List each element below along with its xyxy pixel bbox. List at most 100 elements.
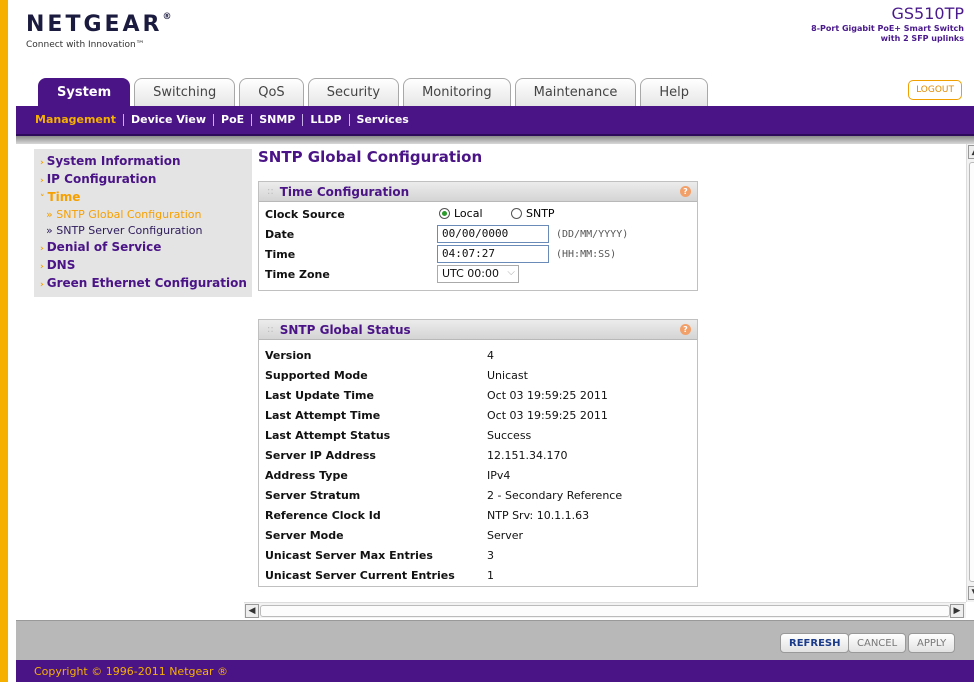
status-value: IPv4 (487, 469, 511, 482)
chevron-down-icon: ⌵ (507, 267, 515, 278)
app-frame: NETGEAR® Connect with Innovation™ GS510T… (0, 0, 974, 682)
sidebar-item-green-ethernet-configuration[interactable]: › Green Ethernet Configuration (40, 275, 252, 293)
status-row: Unicast Server Max Entries 3 (259, 545, 697, 565)
arrow-right-icon: › (40, 176, 44, 186)
date-input[interactable]: 00/00/0000 (437, 225, 549, 243)
scroll-up-icon[interactable]: ▲ (968, 145, 974, 159)
sidebar-item-time[interactable]: ˅ Time (40, 189, 252, 207)
vertical-scroll-thumb[interactable] (969, 162, 974, 582)
logout-button[interactable]: LOGOUT (908, 80, 962, 100)
tab-monitoring[interactable]: Monitoring (403, 78, 511, 106)
status-label: Server Mode (265, 529, 344, 542)
help-icon[interactable]: ? (680, 186, 691, 197)
status-label: Version (265, 349, 312, 362)
apply-button[interactable]: APPLY (908, 633, 956, 653)
sidebar-item-label: DNS (46, 258, 76, 272)
timezone-row: Time Zone UTC 00:00 ⌵ (259, 264, 697, 284)
timezone-value: UTC 00:00 (442, 267, 500, 280)
page-title: SNTP Global Configuration (258, 148, 483, 166)
status-value: Server (487, 529, 524, 542)
date-format-hint: (DD/MM/YYYY) (556, 229, 629, 240)
help-icon[interactable]: ? (680, 324, 691, 335)
subnav-management[interactable]: Management (28, 114, 124, 126)
status-row: Last Attempt Time Oct 03 19:59:25 2011 (259, 405, 697, 425)
subnav-lldp[interactable]: LLDP (303, 114, 350, 126)
time-input[interactable]: 04:07:27 (437, 245, 549, 263)
tab-system[interactable]: System (38, 78, 131, 106)
status-row: Unicast Server Current Entries 1 (259, 565, 697, 585)
sub-navigation: Management Device View PoE SNMP LLDP Ser… (16, 106, 974, 136)
status-value: Oct 03 19:59:25 2011 (487, 409, 608, 422)
sidebar-item-denial-of-service[interactable]: › Denial of Service (40, 239, 252, 257)
scroll-down-icon[interactable]: ▼ (968, 586, 974, 600)
sidebar-item-label: Green Ethernet Configuration (46, 276, 247, 290)
copyright: Copyright © 1996-2011 Netgear ® (34, 665, 229, 678)
clock-source-label: Clock Source (265, 208, 345, 221)
timezone-label: Time Zone (265, 268, 330, 281)
panel-title: SNTP Global Status (279, 322, 411, 337)
tab-switching[interactable]: Switching (134, 78, 236, 106)
sidebar-item-label: Time (47, 190, 81, 204)
sidebar-item-sntp-server-configuration[interactable]: » SNTP Server Configuration (40, 223, 252, 239)
status-value: 1 (487, 569, 494, 582)
subnav-device-view[interactable]: Device View (124, 114, 215, 126)
tagline: Connect with Innovation™ (26, 40, 145, 50)
tab-help[interactable]: Help (640, 78, 708, 106)
horizontal-scroll-thumb[interactable] (260, 605, 950, 617)
panel-header: :: Time Configuration ? (259, 182, 697, 202)
sidebar-item-label: System Information (46, 154, 181, 168)
status-label: Last Attempt Time (265, 409, 381, 422)
status-label: Last Update Time (265, 389, 374, 402)
subnav-shadow (16, 136, 974, 144)
status-label: Supported Mode (265, 369, 368, 382)
radio-icon[interactable] (511, 208, 522, 219)
tab-security[interactable]: Security (307, 78, 400, 106)
sidebar-item-system-information[interactable]: › System Information (40, 153, 252, 171)
panel-title: Time Configuration (279, 184, 410, 199)
clock-source-row: Clock Source Local SNTP (259, 204, 697, 224)
status-value: 4 (487, 349, 494, 362)
status-value: 12.151.34.170 (487, 449, 568, 462)
model-desc-line2: with 2 SFP uplinks (880, 34, 964, 43)
cancel-button[interactable]: CANCEL (848, 633, 907, 653)
action-bar: REFRESH CANCEL APPLY (16, 620, 974, 660)
status-label: Reference Clock Id (265, 509, 381, 522)
subnav-services[interactable]: Services (350, 114, 416, 126)
refresh-button[interactable]: REFRESH (780, 633, 850, 653)
tab-qos[interactable]: QoS (239, 78, 304, 106)
status-label: Last Attempt Status (265, 429, 391, 442)
status-row: Server IP Address 12.151.34.170 (259, 445, 697, 465)
sidebar-item-dns[interactable]: › DNS (40, 257, 252, 275)
sidebar-item-sntp-global-configuration[interactable]: » SNTP Global Configuration (40, 207, 252, 223)
radio-local-label: Local (454, 207, 483, 220)
subnav-snmp[interactable]: SNMP (252, 114, 304, 126)
status-value: Success (487, 429, 532, 442)
vertical-scrollbar[interactable]: ▲ ▼ (966, 144, 974, 602)
scroll-left-icon[interactable]: ◀ (245, 604, 259, 618)
radio-icon[interactable] (439, 208, 450, 219)
status-row: Version 4 (259, 345, 697, 365)
arrow-down-icon: ˅ (40, 194, 45, 204)
date-row: Date 00/00/0000 (DD/MM/YYYY) (259, 224, 697, 244)
status-label: Server IP Address (265, 449, 376, 462)
logo-text: NETGEAR (26, 12, 163, 37)
timezone-select[interactable]: UTC 00:00 ⌵ (437, 265, 519, 283)
status-value: 2 - Secondary Reference (487, 489, 623, 502)
grip-icon: :: (267, 186, 274, 197)
radio-sntp[interactable]: SNTP (511, 207, 555, 220)
status-value: 3 (487, 549, 494, 562)
status-value: NTP Srv: 10.1.1.63 (487, 509, 590, 522)
status-value: Oct 03 19:59:25 2011 (487, 389, 608, 402)
radio-local[interactable]: Local (439, 207, 483, 220)
tab-maintenance[interactable]: Maintenance (514, 78, 637, 106)
status-row: Last Attempt Status Success (259, 425, 697, 445)
subnav-poe[interactable]: PoE (214, 114, 253, 126)
scroll-right-icon[interactable]: ▶ (950, 604, 964, 618)
date-label: Date (265, 228, 295, 241)
sidebar-item-ip-configuration[interactable]: › IP Configuration (40, 171, 252, 189)
netgear-logo: NETGEAR® (26, 12, 172, 37)
footer: Copyright © 1996-2011 Netgear ® (16, 660, 974, 682)
horizontal-scrollbar[interactable]: ◀ ▶ (244, 602, 966, 618)
status-row: Reference Clock Id NTP Srv: 10.1.1.63 (259, 505, 697, 525)
arrow-right-icon: › (40, 262, 44, 272)
